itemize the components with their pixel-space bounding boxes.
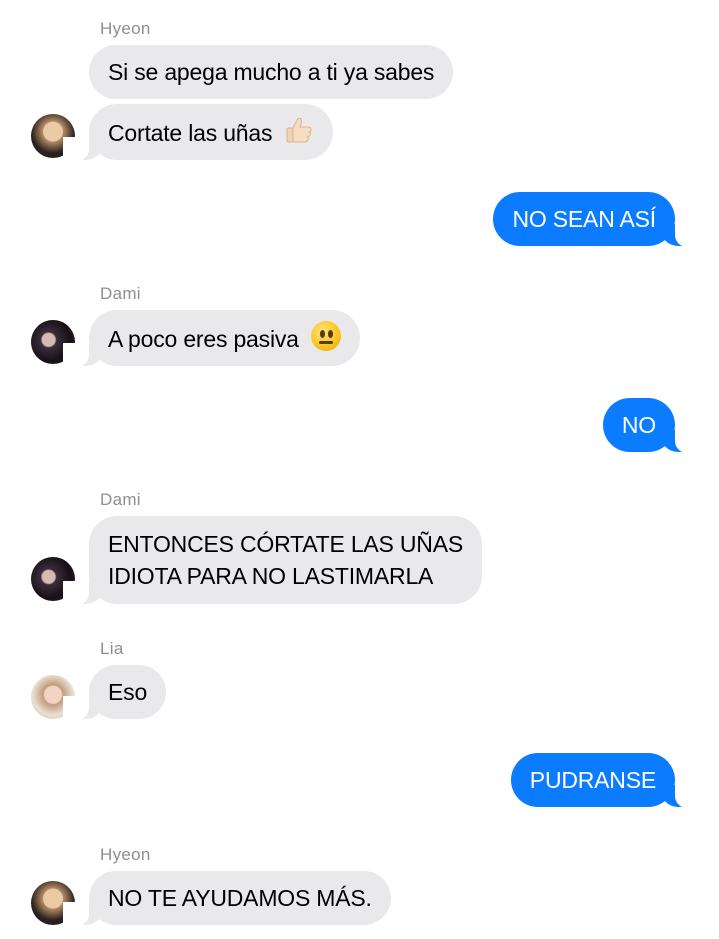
message-bubble-outgoing[interactable]: NO SEAN ASÍ (493, 192, 701, 247)
message-bubble-incoming[interactable]: Si se apega mucho a ti ya sabes (89, 45, 454, 99)
message-bubble-outgoing[interactable]: NO (602, 398, 702, 453)
message-text: Si se apega mucho a ti ya sabes (108, 59, 435, 85)
message-text: Eso (108, 679, 148, 705)
message-text: NO TE AYUDAMOS MÁS. (108, 885, 372, 911)
sender-name: Lia (100, 639, 124, 658)
message-text: Cortate las uñas (108, 120, 273, 146)
message-text: PUDRANSE (529, 767, 656, 793)
message-bubble-outgoing[interactable]: PUDRANSE (510, 753, 702, 808)
message-text-line-1: ENTONCES CÓRTATE LAS UÑAS (108, 531, 463, 557)
message-bubble-incoming[interactable]: Eso (62, 665, 167, 720)
sender-name: Dami (100, 490, 141, 509)
sender-name: Hyeon (100, 19, 151, 38)
message-text: NO SEAN ASÍ (512, 206, 656, 232)
neutral-face-icon (310, 321, 341, 351)
message-bubble-incoming[interactable]: A poco eres pasiva (63, 310, 360, 367)
message-bubble-incoming[interactable]: Cortate las uñas (62, 104, 334, 161)
message-bubble-incoming[interactable]: ENTONCES CÓRTATE LAS UÑAS IDIOTA PARA NO… (63, 516, 482, 605)
message-text: NO (621, 412, 656, 438)
message-text: A poco eres pasiva (108, 326, 299, 352)
message-bubble-incoming[interactable]: NO TE AYUDAMOS MÁS. (63, 871, 391, 926)
sender-name: Dami (100, 284, 141, 303)
sender-name: Hyeon (100, 845, 151, 864)
thumbs-up-icon (286, 117, 312, 143)
message-text-line-2: IDIOTA PARA NO LASTIMARLA (108, 563, 434, 589)
